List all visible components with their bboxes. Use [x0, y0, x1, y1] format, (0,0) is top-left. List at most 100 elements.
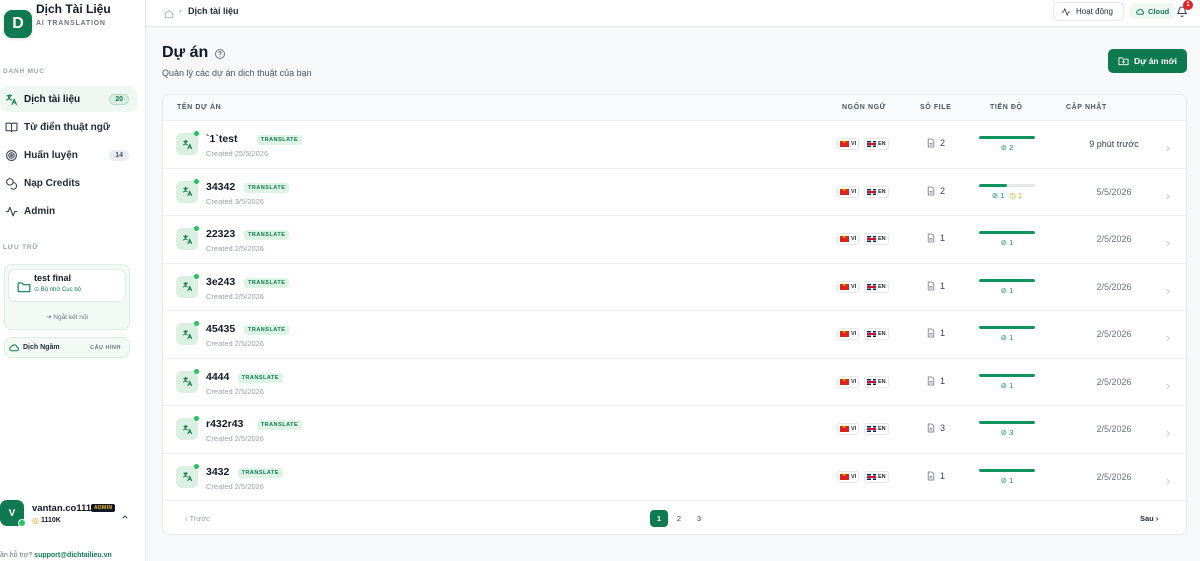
- progress-stats: ⊘ 1: [979, 286, 1035, 295]
- sidebar-item-admin[interactable]: Admin: [0, 198, 137, 224]
- progress-stats: ⊘ 2: [979, 143, 1035, 152]
- chevron-right-icon[interactable]: [1164, 425, 1172, 443]
- disconnect-label: Ngắt kết nối: [53, 314, 88, 321]
- status-dot: [194, 416, 199, 421]
- source-language-pill: VI: [837, 423, 860, 435]
- cloud-off-icon: [9, 339, 20, 357]
- lang-code: VI: [851, 426, 857, 432]
- online-status-dot: [18, 519, 26, 527]
- sidebar-item-label: Từ điển thuật ngữ: [24, 121, 111, 133]
- table-row[interactable]: 3432 TRANSLATE Created 2/5/2026 VI EN 1 …: [163, 454, 1186, 501]
- pagination-prev-button[interactable]: ‹ Trước: [185, 514, 210, 523]
- lang-code: VI: [851, 141, 857, 147]
- count-badge: 20: [109, 93, 129, 105]
- file-count: 1: [927, 233, 945, 243]
- folder-icon: [17, 280, 31, 298]
- chevron-right-icon[interactable]: [1164, 378, 1172, 396]
- project-name[interactable]: 34342: [206, 181, 235, 193]
- project-name[interactable]: 4444: [206, 371, 229, 383]
- lang-code: EN: [878, 426, 886, 432]
- translate-icon: [176, 323, 198, 345]
- completed-value: 1: [1009, 333, 1014, 342]
- lang-code: VI: [851, 188, 857, 195]
- file-icon: [927, 376, 935, 386]
- flag-gb-icon: [867, 188, 876, 195]
- home-icon[interactable]: [164, 6, 174, 24]
- chevron-right-icon[interactable]: [1164, 188, 1172, 206]
- pagination-page-3[interactable]: 3: [690, 510, 708, 527]
- chevron-right-icon[interactable]: [1164, 235, 1172, 253]
- brand-subtitle: AI TRANSLATION: [36, 20, 106, 27]
- completed-count: ⊘ 1: [1001, 381, 1013, 390]
- chevron-right-icon[interactable]: [1164, 473, 1172, 491]
- check-circle-icon: ⊘: [1000, 238, 1008, 247]
- project-name[interactable]: 3432: [206, 466, 229, 478]
- sidebar-item-credits[interactable]: Nạp Credits: [0, 170, 137, 196]
- flag-gb-icon: [867, 236, 876, 242]
- table-row[interactable]: 22323 TRANSLATE Created 2/5/2026 VI EN 1…: [163, 216, 1186, 264]
- project-name[interactable]: r432r43: [206, 418, 243, 430]
- pagination-page-1[interactable]: 1: [650, 510, 668, 527]
- lang-code: VI: [851, 283, 857, 290]
- project-name[interactable]: 45435: [206, 323, 235, 335]
- table-row[interactable]: 34342 TRANSLATE Created 3/5/2026 VI EN 2…: [163, 169, 1186, 216]
- sidebar-item-translate[interactable]: Dịch tài liệu 20: [0, 86, 137, 112]
- chevron-right-icon[interactable]: [1164, 283, 1172, 301]
- config-button[interactable]: CẤU HÌNH: [90, 345, 121, 351]
- progress-stats: ⊘ 1: [979, 333, 1035, 342]
- pagination-next-button[interactable]: Sau ›: [1140, 514, 1158, 523]
- source-language-pill: VI: [837, 185, 860, 198]
- target-language-pill: EN: [864, 233, 889, 245]
- storage-title: test final: [34, 273, 72, 283]
- table-row[interactable]: 3e243 TRANSLATE Created 2/5/2026 VI EN 1…: [163, 264, 1186, 311]
- progress-fill: [979, 468, 1035, 472]
- help-icon[interactable]: [214, 47, 226, 65]
- new-project-button[interactable]: Dự án mới: [1108, 49, 1187, 73]
- translate-icon: [176, 133, 198, 155]
- file-icon: [927, 423, 935, 433]
- table-row[interactable]: 45435 TRANSLATE Created 2/5/2026 VI EN 1…: [163, 311, 1186, 359]
- updated-time: 2/5/2026: [1096, 376, 1132, 387]
- support-email-link[interactable]: support@dichtailieu.vn: [34, 552, 112, 559]
- lang-code: EN: [878, 473, 886, 480]
- project-type-badge: TRANSLATE: [237, 372, 283, 383]
- file-count: 2: [927, 186, 945, 196]
- coin-icon: ◎: [32, 516, 39, 525]
- chevron-right-icon[interactable]: [1164, 140, 1172, 158]
- table-row[interactable]: `1`test TRANSLATE Created 25/5/2026 VI E…: [163, 121, 1186, 169]
- user-menu[interactable]: V vantan.co111 ADMIN ◎ 1110K: [0, 500, 146, 530]
- page-subtitle: Quản lý các dự án dịch thuật của bạn: [162, 68, 312, 78]
- progress-bar: [979, 373, 1035, 377]
- breadcrumb-separator: ›: [179, 6, 182, 15]
- activity-button[interactable]: Hoạt động: [1053, 2, 1124, 21]
- section-label-storage: LƯU TRỮ: [3, 244, 39, 251]
- file-icon: [927, 186, 935, 196]
- sidebar-item-training[interactable]: Huấn luyện 14: [0, 142, 137, 168]
- file-icon: [927, 328, 935, 338]
- status-dot: [194, 368, 199, 374]
- progress-bar: [979, 136, 1035, 139]
- lang-code: VI: [851, 473, 857, 480]
- sidebar-item-glossary[interactable]: Từ điển thuật ngữ: [0, 114, 137, 140]
- project-type-badge: TRANSLATE: [244, 230, 290, 240]
- project-type-badge: TRANSLATE: [256, 420, 303, 430]
- table-row[interactable]: 4444 TRANSLATE Created 2/5/2026 VI EN 1 …: [163, 359, 1186, 406]
- project-name[interactable]: 3e243: [206, 276, 235, 288]
- status-dot: [194, 226, 199, 231]
- completed-value: 1: [1009, 285, 1014, 295]
- activity-icon: [1061, 7, 1071, 17]
- project-name[interactable]: `1`test: [206, 133, 238, 145]
- project-name[interactable]: 22323: [206, 228, 235, 240]
- completed-value: 2: [1009, 143, 1014, 152]
- prev-label: Trước: [189, 514, 210, 523]
- chevron-right-icon[interactable]: [1164, 330, 1172, 348]
- progress-fill: [979, 231, 1035, 234]
- folder-plus-icon: [1118, 56, 1129, 66]
- sidebar-item-label: Dịch tài liệu: [24, 93, 81, 105]
- pagination-page-2[interactable]: 2: [670, 510, 688, 527]
- project-created-date: Created 3/5/2026: [206, 196, 264, 206]
- offline-translate-card[interactable]: Dịch Ngầm CẤU HÌNH: [4, 337, 130, 358]
- table-row[interactable]: r432r43 TRANSLATE Created 2/5/2026 VI EN…: [163, 406, 1186, 454]
- cloud-status-badge[interactable]: Cloud: [1130, 3, 1176, 19]
- disconnect-button[interactable]: ⇥ Ngắt kết nối: [5, 313, 129, 321]
